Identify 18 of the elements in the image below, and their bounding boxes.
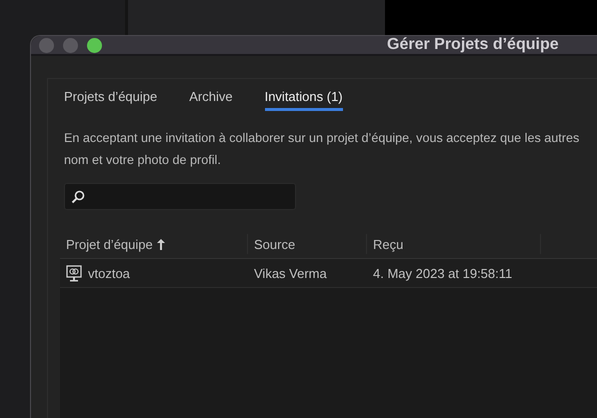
monitor-icon	[66, 264, 82, 282]
zoom-button[interactable]	[87, 38, 102, 52]
description-text: En acceptant une invitation à collaborer sur un projet d’équipe, vous acceptez que les autres nom et votre photo de profil.	[64, 130, 580, 169]
search-icon	[71, 190, 85, 204]
table-cell: 4. May 2023 at 19:58:11	[373, 266, 512, 280]
column-header[interactable]: Source	[248, 234, 367, 254]
sort-arrow-icon	[156, 238, 165, 250]
close-button[interactable]	[39, 38, 54, 52]
minimize-button[interactable]	[63, 38, 78, 52]
tab[interactable]: Archive	[189, 89, 233, 111]
tab[interactable]: Invitations (1)	[264, 89, 343, 111]
column-header[interactable]: Projet d’équipe	[60, 234, 248, 254]
table-cell: Vikas Verma	[254, 266, 327, 280]
table-cell: vtoztoa	[88, 266, 130, 280]
tab[interactable]: Projets d’équipe	[64, 89, 158, 111]
column-header[interactable]: Reçu	[367, 234, 541, 254]
window-title: Gérer Projets d’équipe	[387, 36, 559, 54]
search-field[interactable]	[64, 183, 296, 210]
